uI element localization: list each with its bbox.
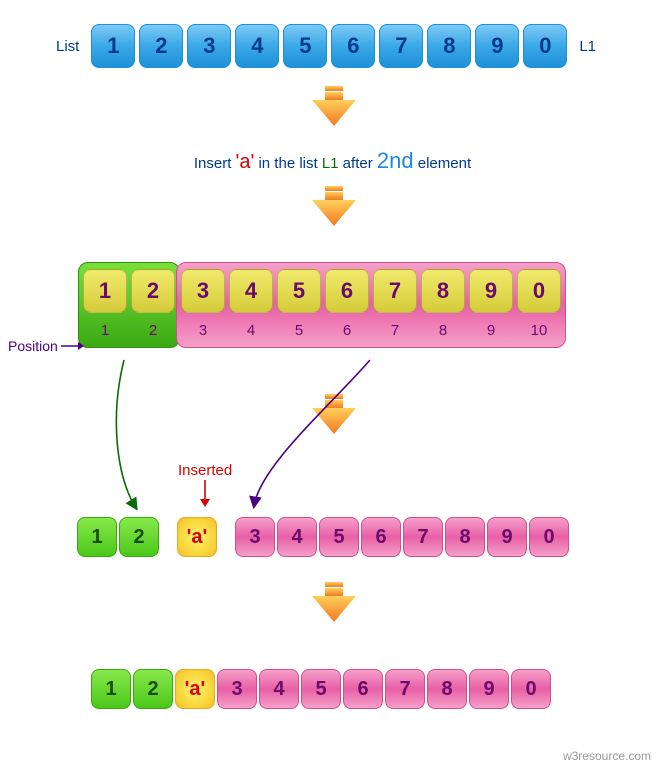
- list-cell: 9: [475, 24, 519, 68]
- arrow-down-icon: [306, 580, 362, 624]
- position-cell: 3: [181, 315, 225, 345]
- list-cell: 2: [133, 669, 173, 709]
- position-cell: 2: [131, 315, 175, 345]
- inserted-label: Inserted: [178, 462, 232, 511]
- position-cell: 4: [229, 315, 273, 345]
- list-cell: 0: [523, 24, 567, 68]
- list-cell: 7: [403, 517, 443, 557]
- position-cell: 6: [325, 315, 369, 345]
- list-cell: 3: [235, 517, 275, 557]
- position-cell: 7: [373, 315, 417, 345]
- l1-label: L1: [579, 38, 596, 55]
- instruction-text: Insert 'a' in the list L1 after 2nd elem…: [0, 148, 665, 174]
- list-cell: 1: [91, 669, 131, 709]
- list-cell: 6: [361, 517, 401, 557]
- position-cell: 5: [277, 315, 321, 345]
- list-cell: 0: [517, 269, 561, 313]
- list-cell: 7: [385, 669, 425, 709]
- footer-credit: w3resource.com: [563, 749, 651, 763]
- list-cell: 2: [119, 517, 159, 557]
- list-cell: 5: [283, 24, 327, 68]
- position-cell: 8: [421, 315, 465, 345]
- list-cell: 8: [445, 517, 485, 557]
- list-cell: 7: [373, 269, 417, 313]
- list-cell: 9: [469, 269, 513, 313]
- list-cell: 6: [343, 669, 383, 709]
- list-cell: 1: [91, 24, 135, 68]
- split-green-container: 12 12: [78, 262, 180, 348]
- list-cell: 4: [259, 669, 299, 709]
- split-pink-container: 34567890 345678910: [176, 262, 566, 348]
- list-label: List: [56, 38, 79, 55]
- inserted-cell: 'a': [177, 517, 217, 557]
- arrow-down-icon: [306, 184, 362, 228]
- position-cell: 9: [469, 315, 513, 345]
- arrow-right-icon: [60, 339, 84, 353]
- list-cell: 6: [325, 269, 369, 313]
- list-cell: 2: [131, 269, 175, 313]
- list-cell: 7: [379, 24, 423, 68]
- list-cell: 5: [301, 669, 341, 709]
- list-cell: 1: [77, 517, 117, 557]
- list-cell: 3: [187, 24, 231, 68]
- position-cell: 1: [83, 315, 127, 345]
- list-cell: 5: [319, 517, 359, 557]
- flow-arrows: [0, 356, 665, 536]
- list-cell: 8: [427, 669, 467, 709]
- arrow-down-red-icon: [197, 479, 213, 507]
- list-cell: 2: [139, 24, 183, 68]
- list-cell: 4: [235, 24, 279, 68]
- list-cell: 0: [511, 669, 551, 709]
- list-cell: 8: [421, 269, 465, 313]
- list-cell: 4: [277, 517, 317, 557]
- list-cell: 9: [469, 669, 509, 709]
- list-cell: 4: [229, 269, 273, 313]
- list-cell: 1: [83, 269, 127, 313]
- list-cell: 8: [427, 24, 471, 68]
- arrow-down-icon: [306, 84, 362, 128]
- list-cell: 9: [487, 517, 527, 557]
- list-cell: 3: [217, 669, 257, 709]
- position-cell: 10: [517, 315, 561, 345]
- list-cell: 0: [529, 517, 569, 557]
- list-cell: 6: [331, 24, 375, 68]
- list-cell: 3: [181, 269, 225, 313]
- position-label: Position: [8, 338, 84, 354]
- inserted-cell: 'a': [175, 669, 215, 709]
- list-row: 1234567890: [89, 22, 569, 70]
- list-cell: 5: [277, 269, 321, 313]
